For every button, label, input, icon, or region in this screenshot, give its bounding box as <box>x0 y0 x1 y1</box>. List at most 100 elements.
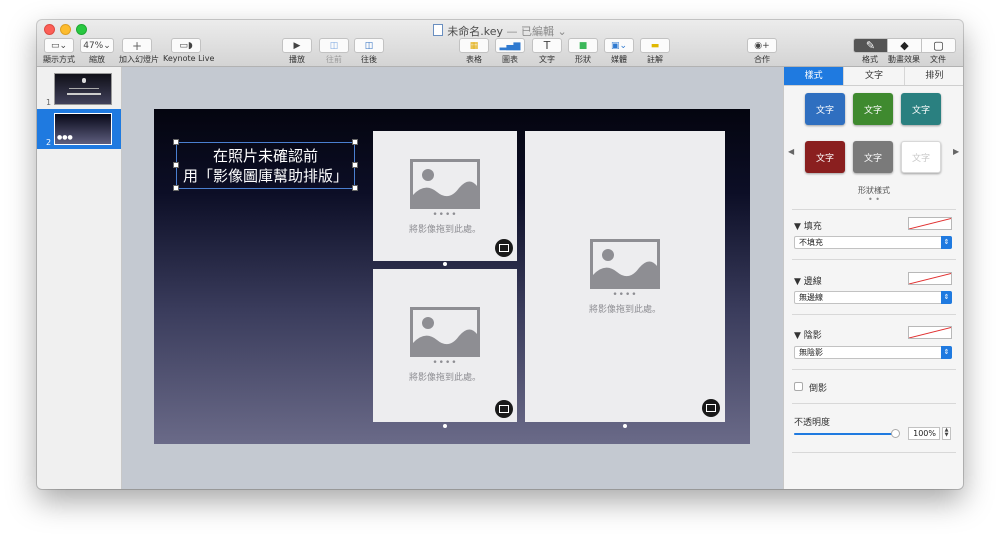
shape-label: 形狀 <box>575 55 591 64</box>
divider <box>792 369 956 370</box>
opacity-slider[interactable] <box>794 429 900 438</box>
chevron-left-icon[interactable]: ◀ <box>788 147 794 156</box>
opacity-label: 不透明度 <box>794 418 831 428</box>
image-placeholder-bottom-left[interactable]: •••• 將影像拖到此處。 <box>373 269 517 422</box>
shadow-color-well[interactable] <box>908 326 952 339</box>
shape-button[interactable]: ■ 形狀 <box>568 38 598 65</box>
collaborate-button[interactable]: ◉+ 合作 <box>745 38 779 65</box>
shape-style-gray[interactable]: 文字 <box>853 141 893 173</box>
media-label: 媒體 <box>611 55 627 64</box>
view-label: 顯示方式 <box>43 55 75 64</box>
placeholder-text: 將影像拖到此處。 <box>408 225 481 235</box>
document-tab-button[interactable]: ▢ <box>922 39 955 52</box>
shadow-label[interactable]: ▼ 陰影 <box>794 328 822 341</box>
select-arrows-icon: ⇕ <box>941 346 952 359</box>
slide[interactable]: 在照片未確認前 用「影像圖庫幫助排版」 •••• 將影像拖到此處。 •••• 將… <box>154 109 750 444</box>
image-placeholder-icon <box>410 159 480 209</box>
border-label[interactable]: ▼ 邊線 <box>794 274 822 287</box>
image-placeholder-top-left[interactable]: •••• 將影像拖到此處。 <box>373 131 517 261</box>
tab-text[interactable]: 文字 <box>844 67 905 85</box>
paintbrush-icon: ✎ <box>865 39 876 52</box>
apple-logo-icon <box>82 78 86 83</box>
chart-button[interactable]: ▂▄▆ 圖表 <box>495 38 525 65</box>
slide-number: 2 <box>46 138 52 147</box>
table-icon: ▦ <box>469 40 479 51</box>
reflection-checkbox[interactable] <box>794 382 803 391</box>
resize-handle[interactable] <box>352 185 358 191</box>
shape-style-white[interactable]: 文字 <box>901 141 941 173</box>
inspector-tabs: 樣式 文字 排列 <box>784 67 963 86</box>
shape-style-blue[interactable]: 文字 <box>805 93 845 125</box>
forward-button[interactable]: ◫ 往後 <box>354 38 384 65</box>
slide-navigator: 1 2 ●●● <box>37 67 122 489</box>
table-button[interactable]: ▦ 表格 <box>459 38 489 65</box>
resize-handle[interactable] <box>173 185 179 191</box>
chart-label: 圖表 <box>502 55 518 64</box>
shape-style-red[interactable]: 文字 <box>805 141 845 173</box>
media-button[interactable]: ▣⌄ 媒體 <box>604 38 634 65</box>
divider <box>792 209 956 210</box>
add-slide-button[interactable]: + 加入幻燈片 <box>119 38 159 65</box>
media-browser-icon[interactable] <box>702 399 720 417</box>
play-icon: ▶ <box>293 40 301 51</box>
back-button[interactable]: ◫ 往前 <box>319 38 349 65</box>
opacity-slider-knob[interactable] <box>891 429 900 438</box>
slide-thumbnail-2[interactable]: 2 ●●● <box>37 109 121 149</box>
document-title[interactable]: 未命名.key — 已編輯 ⌄ <box>37 23 963 39</box>
bring-forward-icon: ◫ <box>364 40 374 51</box>
shadow-select[interactable]: 無陰影 ⇕ <box>794 346 952 359</box>
text-button[interactable]: T 文字 <box>532 38 562 65</box>
selection-dot <box>623 424 627 428</box>
placeholder-dots: •••• <box>432 210 458 220</box>
text-label: 文字 <box>539 55 555 64</box>
text-icon: T <box>543 39 551 52</box>
resize-handle[interactable] <box>352 162 358 168</box>
forward-label: 往後 <box>361 55 377 64</box>
placeholder-dots: •••• <box>432 358 458 368</box>
opacity-stepper[interactable]: ▲ ▼ <box>942 427 951 440</box>
comment-button[interactable]: ▬ 註解 <box>640 38 670 65</box>
animate-tab-button[interactable]: ◆ <box>888 39 922 52</box>
format-inspector: 樣式 文字 排列 ◀ ▶ 文字 文字 文字 文字 文字 文字 形狀樣式 • • … <box>783 67 963 489</box>
document-icon <box>433 24 444 36</box>
placeholder-text: 將影像拖到此處。 <box>588 305 661 315</box>
document-label: 文件 <box>930 55 946 64</box>
title-text-box[interactable]: 在照片未確認前 用「影像圖庫幫助排版」 <box>176 142 355 189</box>
shape-style-teal[interactable]: 文字 <box>901 93 941 125</box>
keynote-window: 未命名.key — 已編輯 ⌄ ▭⌄ 顯示方式 47% ⌄ 縮放 + 加入幻燈片 … <box>37 20 963 489</box>
resize-handle[interactable] <box>173 162 179 168</box>
chevron-down-icon: ⌄ <box>103 40 111 51</box>
zoom-label: 縮放 <box>89 55 105 64</box>
slide-thumbnail-1[interactable]: 1 <box>37 69 121 109</box>
image-placeholder-right[interactable]: •••• 將影像拖到此處。 <box>525 131 725 422</box>
border-color-well[interactable] <box>908 272 952 285</box>
format-tab-button[interactable]: ✎ <box>854 39 888 52</box>
view-button[interactable]: ▭⌄ 顯示方式 <box>42 38 76 65</box>
opacity-field[interactable]: 100% <box>908 427 940 440</box>
tab-arrange[interactable]: 排列 <box>905 67 963 85</box>
fill-select[interactable]: 不填充 ⇕ <box>794 236 952 249</box>
fill-label[interactable]: ▼ 填充 <box>794 219 822 232</box>
zoom-menu[interactable]: 47% ⌄ 縮放 <box>79 38 115 65</box>
border-select[interactable]: 無邊線 ⇕ <box>794 291 952 304</box>
play-button[interactable]: ▶ 播放 <box>282 38 312 65</box>
chart-icon: ▂▄▆ <box>499 40 521 51</box>
style-page-dots[interactable]: • • <box>784 195 963 204</box>
media-browser-icon[interactable] <box>495 239 513 257</box>
image-placeholder-icon <box>410 307 480 357</box>
keynote-live-label: Keynote Live <box>163 54 215 63</box>
resize-handle[interactable] <box>352 139 358 145</box>
play-label: 播放 <box>289 55 305 64</box>
placeholder-text: 將影像拖到此處。 <box>408 373 481 383</box>
keynote-live-button[interactable]: ▭◗ Keynote Live <box>163 38 215 63</box>
inspector-segmented-control[interactable]: ✎ ◆ ▢ <box>853 38 956 53</box>
slide-number: 1 <box>46 98 52 107</box>
tab-style[interactable]: 樣式 <box>784 67 845 85</box>
chevron-right-icon[interactable]: ▶ <box>953 147 959 156</box>
resize-handle[interactable] <box>173 139 179 145</box>
divider <box>792 403 956 404</box>
shape-style-green[interactable]: 文字 <box>853 93 893 125</box>
media-browser-icon[interactable] <box>495 400 513 418</box>
slide-preview <box>54 73 112 105</box>
fill-color-well[interactable] <box>908 217 952 230</box>
